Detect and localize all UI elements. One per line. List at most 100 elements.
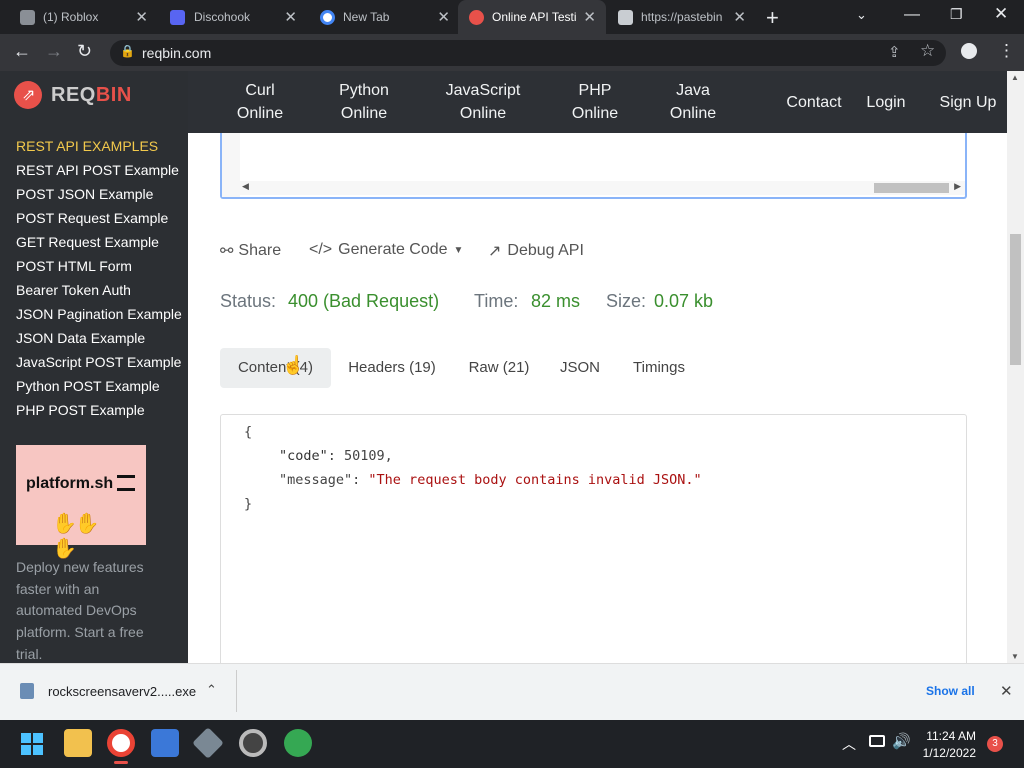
nav-label: Online: [571, 105, 619, 122]
time-label: Time:: [474, 291, 519, 311]
nav-php-online[interactable]: PHP Online: [555, 79, 635, 125]
close-window-icon[interactable]: ✕: [994, 4, 1008, 24]
bookmark-star-icon[interactable]: ☆: [920, 41, 935, 61]
nav-javascript-online[interactable]: JavaScript Online: [433, 79, 533, 125]
sidebar-item[interactable]: GET Request Example: [16, 234, 188, 250]
nav-label: Online: [236, 105, 284, 122]
roblox-icon: [20, 10, 35, 25]
profile-avatar-icon[interactable]: [961, 43, 977, 59]
minimize-window-icon[interactable]: —: [904, 6, 920, 24]
size-value: 0.07 kb: [654, 291, 714, 311]
obs-studio-icon[interactable]: [239, 729, 267, 757]
clock-time: 11:24 AM: [926, 729, 976, 743]
editor-horizontal-scrollbar[interactable]: ◀ ▶: [238, 181, 965, 195]
lock-icon[interactable]: 🔒: [120, 44, 135, 58]
raised-hands-illustration-icon: ✋✋✋: [52, 513, 100, 560]
sidebar-item[interactable]: PHP POST Example: [16, 402, 188, 418]
chrome-taskbar-icon[interactable]: [107, 729, 135, 757]
microsoft-store-icon[interactable]: [151, 729, 179, 757]
scroll-down-arrow-icon[interactable]: ▼: [1011, 652, 1019, 661]
json-line-code: "code": 50109,: [279, 448, 393, 464]
close-tab-icon[interactable]: ✕: [284, 8, 297, 26]
generate-code-button[interactable]: </> Generate Code ▼: [309, 241, 463, 259]
ad-description[interactable]: Deploy new features faster with an autom…: [16, 557, 181, 666]
sidebar-item[interactable]: REST API POST Example: [16, 162, 188, 178]
scroll-up-arrow-icon[interactable]: ▲: [1011, 73, 1019, 82]
reqbin-logo-icon[interactable]: ⇗: [14, 81, 42, 109]
browser-tab-reqbin[interactable]: Online API Testi ✕: [458, 0, 606, 34]
back-arrow-icon[interactable]: ←: [13, 41, 31, 62]
page-scroll-thumb[interactable]: [1010, 234, 1021, 365]
reload-icon[interactable]: ↻: [77, 41, 92, 62]
browser-tab-discohook[interactable]: Discohook ✕: [152, 0, 307, 34]
close-tab-icon[interactable]: ✕: [583, 8, 596, 26]
pastebin-icon: [618, 10, 633, 25]
logo-req: REQ: [51, 84, 96, 106]
show-all-downloads-link[interactable]: Show all: [926, 684, 975, 698]
notification-badge[interactable]: 3: [987, 736, 1003, 752]
forward-arrow-icon[interactable]: →: [45, 41, 63, 62]
sidebar-item[interactable]: JSON Data Example: [16, 330, 188, 346]
scroll-thumb[interactable]: [874, 183, 949, 193]
tab-headers[interactable]: Headers (19): [336, 348, 448, 388]
debug-api-button[interactable]: ↗ Debug API: [488, 241, 584, 261]
page-scrollbar[interactable]: ▲ ▼: [1007, 71, 1024, 663]
platformsh-ad-banner[interactable]: platform.sh ✋✋✋: [16, 445, 146, 560]
file-explorer-icon[interactable]: [64, 729, 92, 757]
nav-contact[interactable]: Contact: [784, 91, 844, 114]
json-close-brace: }: [244, 496, 253, 512]
browser-menu-icon[interactable]: ⋮: [998, 41, 1015, 61]
nav-java-online[interactable]: Java Online: [653, 79, 733, 125]
sidebar-item[interactable]: POST HTML Form: [16, 258, 188, 274]
restore-window-icon[interactable]: ❐: [950, 6, 963, 23]
response-body[interactable]: { "code": 50109, "message": "The request…: [220, 414, 967, 674]
scroll-left-arrow-icon[interactable]: ◀: [242, 181, 249, 192]
sidebar-item[interactable]: Python POST Example: [16, 378, 188, 394]
browser-tab-newtab[interactable]: New Tab ✕: [305, 0, 460, 34]
json-key: "message": [279, 472, 353, 488]
download-options-chevron-icon[interactable]: ⌃: [206, 682, 217, 698]
nav-curl-online[interactable]: Curl Online: [220, 79, 300, 125]
share-label: Share: [238, 242, 282, 259]
browser-tab-roblox[interactable]: (1) Roblox ✕: [0, 0, 158, 34]
close-download-bar-icon[interactable]: ✕: [1000, 682, 1013, 700]
sidebar-item[interactable]: POST Request Example: [16, 210, 188, 226]
tab-title: Discohook: [194, 10, 251, 24]
nav-label: Online: [459, 105, 507, 122]
tab-raw[interactable]: Raw (21): [460, 348, 538, 388]
address-bar[interactable]: [110, 40, 946, 66]
sidebar-item[interactable]: JavaScript POST Example: [16, 354, 188, 370]
volume-icon[interactable]: 🔊: [892, 732, 911, 750]
tab-json[interactable]: JSON: [552, 348, 608, 388]
close-tab-icon[interactable]: ✕: [437, 8, 450, 26]
sidebar-item[interactable]: Bearer Token Auth: [16, 282, 188, 298]
sidebar-item[interactable]: JSON Pagination Example: [16, 306, 188, 322]
download-filename[interactable]: rockscreensaverv2.....exe: [48, 684, 196, 699]
request-body-editor[interactable]: ◀ ▶: [220, 133, 967, 199]
nav-signup[interactable]: Sign Up: [928, 91, 1008, 114]
status-label: Status:: [220, 291, 277, 311]
nav-label: Curl: [245, 82, 275, 99]
share-page-icon[interactable]: ⇪: [888, 43, 901, 61]
tab-timings[interactable]: Timings: [622, 348, 696, 388]
new-tab-button[interactable]: +: [766, 5, 779, 31]
share-button[interactable]: ⚯ Share: [220, 241, 281, 261]
tab-content[interactable]: Content (4): [220, 348, 331, 388]
nav-login[interactable]: Login: [857, 91, 915, 114]
url-text[interactable]: reqbin.com: [142, 45, 211, 61]
browser-tab-pastebin[interactable]: https://pastebin ✕: [606, 0, 756, 34]
clock-date: 1/12/2022: [922, 746, 976, 760]
close-tab-icon[interactable]: ✕: [733, 8, 746, 26]
json-string: "The request body contains invalid JSON.…: [368, 472, 702, 488]
tab-search-chevron-icon[interactable]: ⌄: [856, 7, 867, 23]
close-tab-icon[interactable]: ✕: [135, 8, 148, 26]
tray-chevron-icon[interactable]: ︿: [842, 734, 856, 754]
scroll-right-arrow-icon[interactable]: ▶: [954, 181, 961, 192]
sidebar-item[interactable]: POST JSON Example: [16, 186, 188, 202]
chrome-profile-icon[interactable]: [284, 729, 312, 757]
nav-python-online[interactable]: Python Online: [324, 79, 404, 125]
windows-start-icon[interactable]: [21, 733, 43, 755]
site-logo-text[interactable]: REQBIN: [51, 84, 132, 107]
network-icon[interactable]: [869, 735, 885, 747]
clock[interactable]: 11:24 AM 1/12/2022: [922, 729, 976, 760]
